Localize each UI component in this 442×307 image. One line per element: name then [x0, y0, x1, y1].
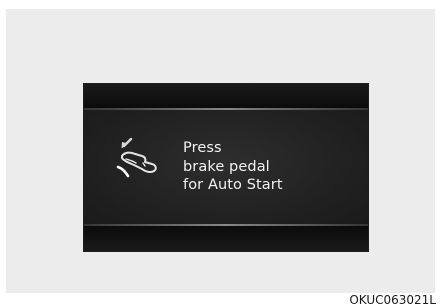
cluster-display: Press brake pedal for Auto Start [83, 83, 369, 252]
figure-panel: Press brake pedal for Auto Start [6, 9, 435, 293]
display-bottom-band [84, 226, 368, 251]
message-line-1: Press [183, 140, 222, 156]
message-line-2: brake pedal [183, 158, 270, 175]
brake-pedal-press-icon [112, 134, 164, 186]
display-top-band [84, 84, 368, 108]
figure-code: OKUC063021L [349, 293, 436, 307]
auto-start-message: Press brake pedal for Auto Start [183, 139, 283, 195]
message-line-3: for Auto Start [183, 177, 283, 193]
